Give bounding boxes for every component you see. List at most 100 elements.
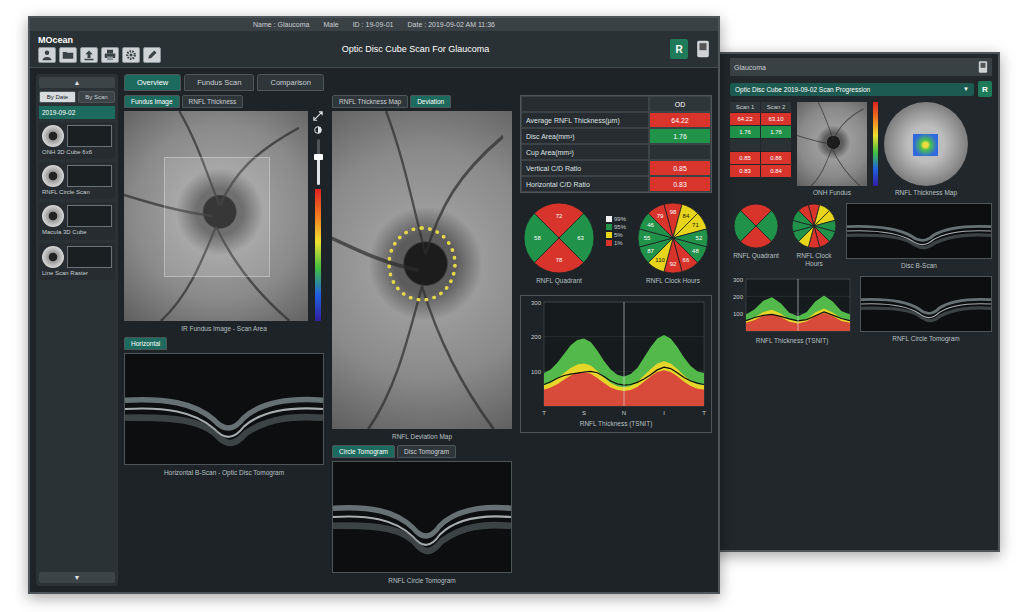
caption: IR Fundus Image - Scan Area	[124, 324, 324, 334]
caption: ONH Fundus	[813, 188, 851, 198]
back-row-bottom: 300200100 RNFL Thickness (TSNIT) RNFL Ci…	[730, 276, 992, 346]
y-tick: 200	[531, 334, 542, 340]
sector-value: 84	[683, 213, 690, 219]
print-button[interactable]	[101, 47, 119, 63]
x-tick: N	[622, 410, 626, 416]
legend-item: 99%	[606, 216, 626, 222]
sidebar-item[interactable]: ONH 3D Cube 6x6	[39, 122, 115, 159]
export-button[interactable]	[80, 47, 98, 63]
device-icon[interactable]	[696, 39, 710, 59]
view-tabs: OverviewFundus ScanComparison	[124, 74, 712, 91]
panel-tab[interactable]: Circle Tomogram	[332, 445, 395, 458]
legend-label: 99%	[614, 216, 626, 222]
back-row-middle: RNFL Quadrant RNFL Clock Hours Disc B-Sc…	[730, 203, 992, 271]
sidebar-item[interactable]: Line Scan Raster	[39, 243, 115, 280]
color-scale	[315, 189, 321, 321]
sidebar-tab[interactable]: By Date	[39, 91, 76, 103]
plot-area	[544, 302, 704, 406]
view-tab[interactable]: Fundus Scan	[184, 74, 254, 91]
zoom-icon[interactable]	[313, 111, 323, 121]
panel-tab[interactable]: Horizontal	[124, 337, 167, 350]
brightness-icon[interactable]	[313, 125, 323, 135]
y-tick: 200	[733, 293, 744, 299]
print-icon	[104, 49, 116, 61]
back-quadrant-figure: RNFL Quadrant	[730, 203, 782, 261]
circle-tomogram-image	[332, 461, 512, 573]
sector-value: 98	[670, 209, 677, 215]
logo: MOcean	[38, 35, 161, 45]
settings-button[interactable]	[122, 47, 140, 63]
slider-fill	[317, 157, 320, 185]
sector-value: 46	[647, 222, 654, 228]
y-tick: 100	[733, 311, 744, 317]
legend-swatch	[606, 232, 612, 238]
caption: Horizontal B-Scan - Optic Disc Tomogram	[124, 468, 324, 478]
brightness-slider[interactable]	[317, 139, 320, 185]
sidebar-item[interactable]: Macula 3D Cube	[39, 202, 115, 239]
caption: RNFL Quadrant	[733, 251, 779, 261]
panel-tab[interactable]: Deviation	[410, 95, 451, 108]
sidebar-item[interactable]: RNFL Circle Scan	[39, 162, 115, 199]
sector-charts: 72637858 RNFL Quadrant 99% 95% 5% 1% 988…	[520, 196, 712, 286]
thumbnail-plot	[67, 246, 112, 268]
open-button[interactable]	[59, 47, 77, 63]
panel-tab[interactable]: RNFL Thickness Map	[332, 95, 408, 108]
caption: RNFL Circle Tomogram	[860, 334, 992, 344]
thickness-map	[884, 102, 968, 186]
table-cell: 0.84	[761, 165, 791, 177]
session-item[interactable]: 2019-09-02	[39, 106, 115, 119]
scan-dropdown[interactable]: Optic Disc Cube 2019-09-02 Scan Progress…	[730, 83, 974, 96]
table-cell: 1.76	[730, 126, 760, 138]
thumbnail-plot	[67, 165, 112, 187]
caption: RNFL Clock Hours	[788, 251, 840, 269]
bscan-drawing	[861, 277, 991, 331]
panel-tab[interactable]: Fundus Image	[124, 95, 180, 108]
back-circle-figure: RNFL Circle Tomogram	[860, 276, 992, 344]
sidebar-tab[interactable]: By Scan	[78, 91, 115, 103]
results-column: OD Average RNFL Thickness(μm) 64.22Disc …	[520, 95, 712, 586]
tsnit-chart: 300200100TSNIT	[524, 299, 708, 417]
slider-thumb[interactable]	[314, 154, 323, 160]
view-tab[interactable]: Comparison	[257, 74, 323, 91]
sidebar-item-label: RNFL Circle Scan	[42, 189, 112, 196]
scan-thumbnail	[42, 165, 64, 187]
y-tick: 300	[531, 299, 542, 305]
vessels-icon	[797, 102, 867, 186]
table-row-value: 0.83	[649, 176, 711, 192]
table-row-label: Disc Area(mm²)	[521, 128, 649, 144]
view-tab[interactable]: Overview	[124, 74, 181, 91]
panel-tab[interactable]: Disc Tomogram	[397, 445, 456, 458]
table-cell: 0.86	[761, 152, 791, 164]
x-tick: T	[702, 410, 706, 416]
edit-button[interactable]	[143, 47, 161, 63]
thumbnail-row	[42, 246, 112, 268]
legend-item: 5%	[606, 232, 626, 238]
sector-value: 78	[556, 257, 563, 263]
legend-swatch	[606, 216, 612, 222]
scroll-down-button[interactable]: ▼	[39, 572, 115, 583]
device-icon[interactable]	[978, 60, 988, 74]
legend-label: 1%	[614, 240, 623, 246]
pie-sector	[798, 205, 814, 226]
legend-swatch	[606, 224, 612, 230]
table-cell: 0.85	[730, 152, 760, 164]
x-tick: S	[582, 410, 586, 416]
brand: MOcean	[38, 35, 161, 63]
patient-button[interactable]	[38, 47, 56, 63]
deviation-map-image	[332, 111, 512, 429]
table-cell: 1.76	[761, 126, 791, 138]
caption: RNFL Thickness (TSNIT)	[580, 419, 653, 429]
back-screen: Glaucoma Optic Disc Cube 2019-09-02 Scan…	[700, 52, 1000, 552]
caption: RNFL Thickness Map	[895, 188, 957, 198]
back-bscan-figure: Disc B-Scan	[846, 203, 992, 271]
scroll-up-button[interactable]: ▲	[39, 77, 115, 88]
scan-area-overlay	[164, 157, 269, 277]
legend-item: 95%	[606, 224, 626, 230]
sidebar-space	[39, 283, 115, 569]
panel-tab[interactable]: RNFL Thickness	[182, 95, 244, 108]
x-tick: I	[663, 410, 665, 416]
table-row-label: Average RNFL Thickness(μm)	[521, 112, 649, 128]
deviation-tabs: RNFL Thickness MapDeviation	[332, 95, 512, 108]
main-area: OverviewFundus ScanComparison Fundus Ima…	[124, 74, 712, 586]
bscan-tabs: Horizontal	[124, 337, 324, 350]
